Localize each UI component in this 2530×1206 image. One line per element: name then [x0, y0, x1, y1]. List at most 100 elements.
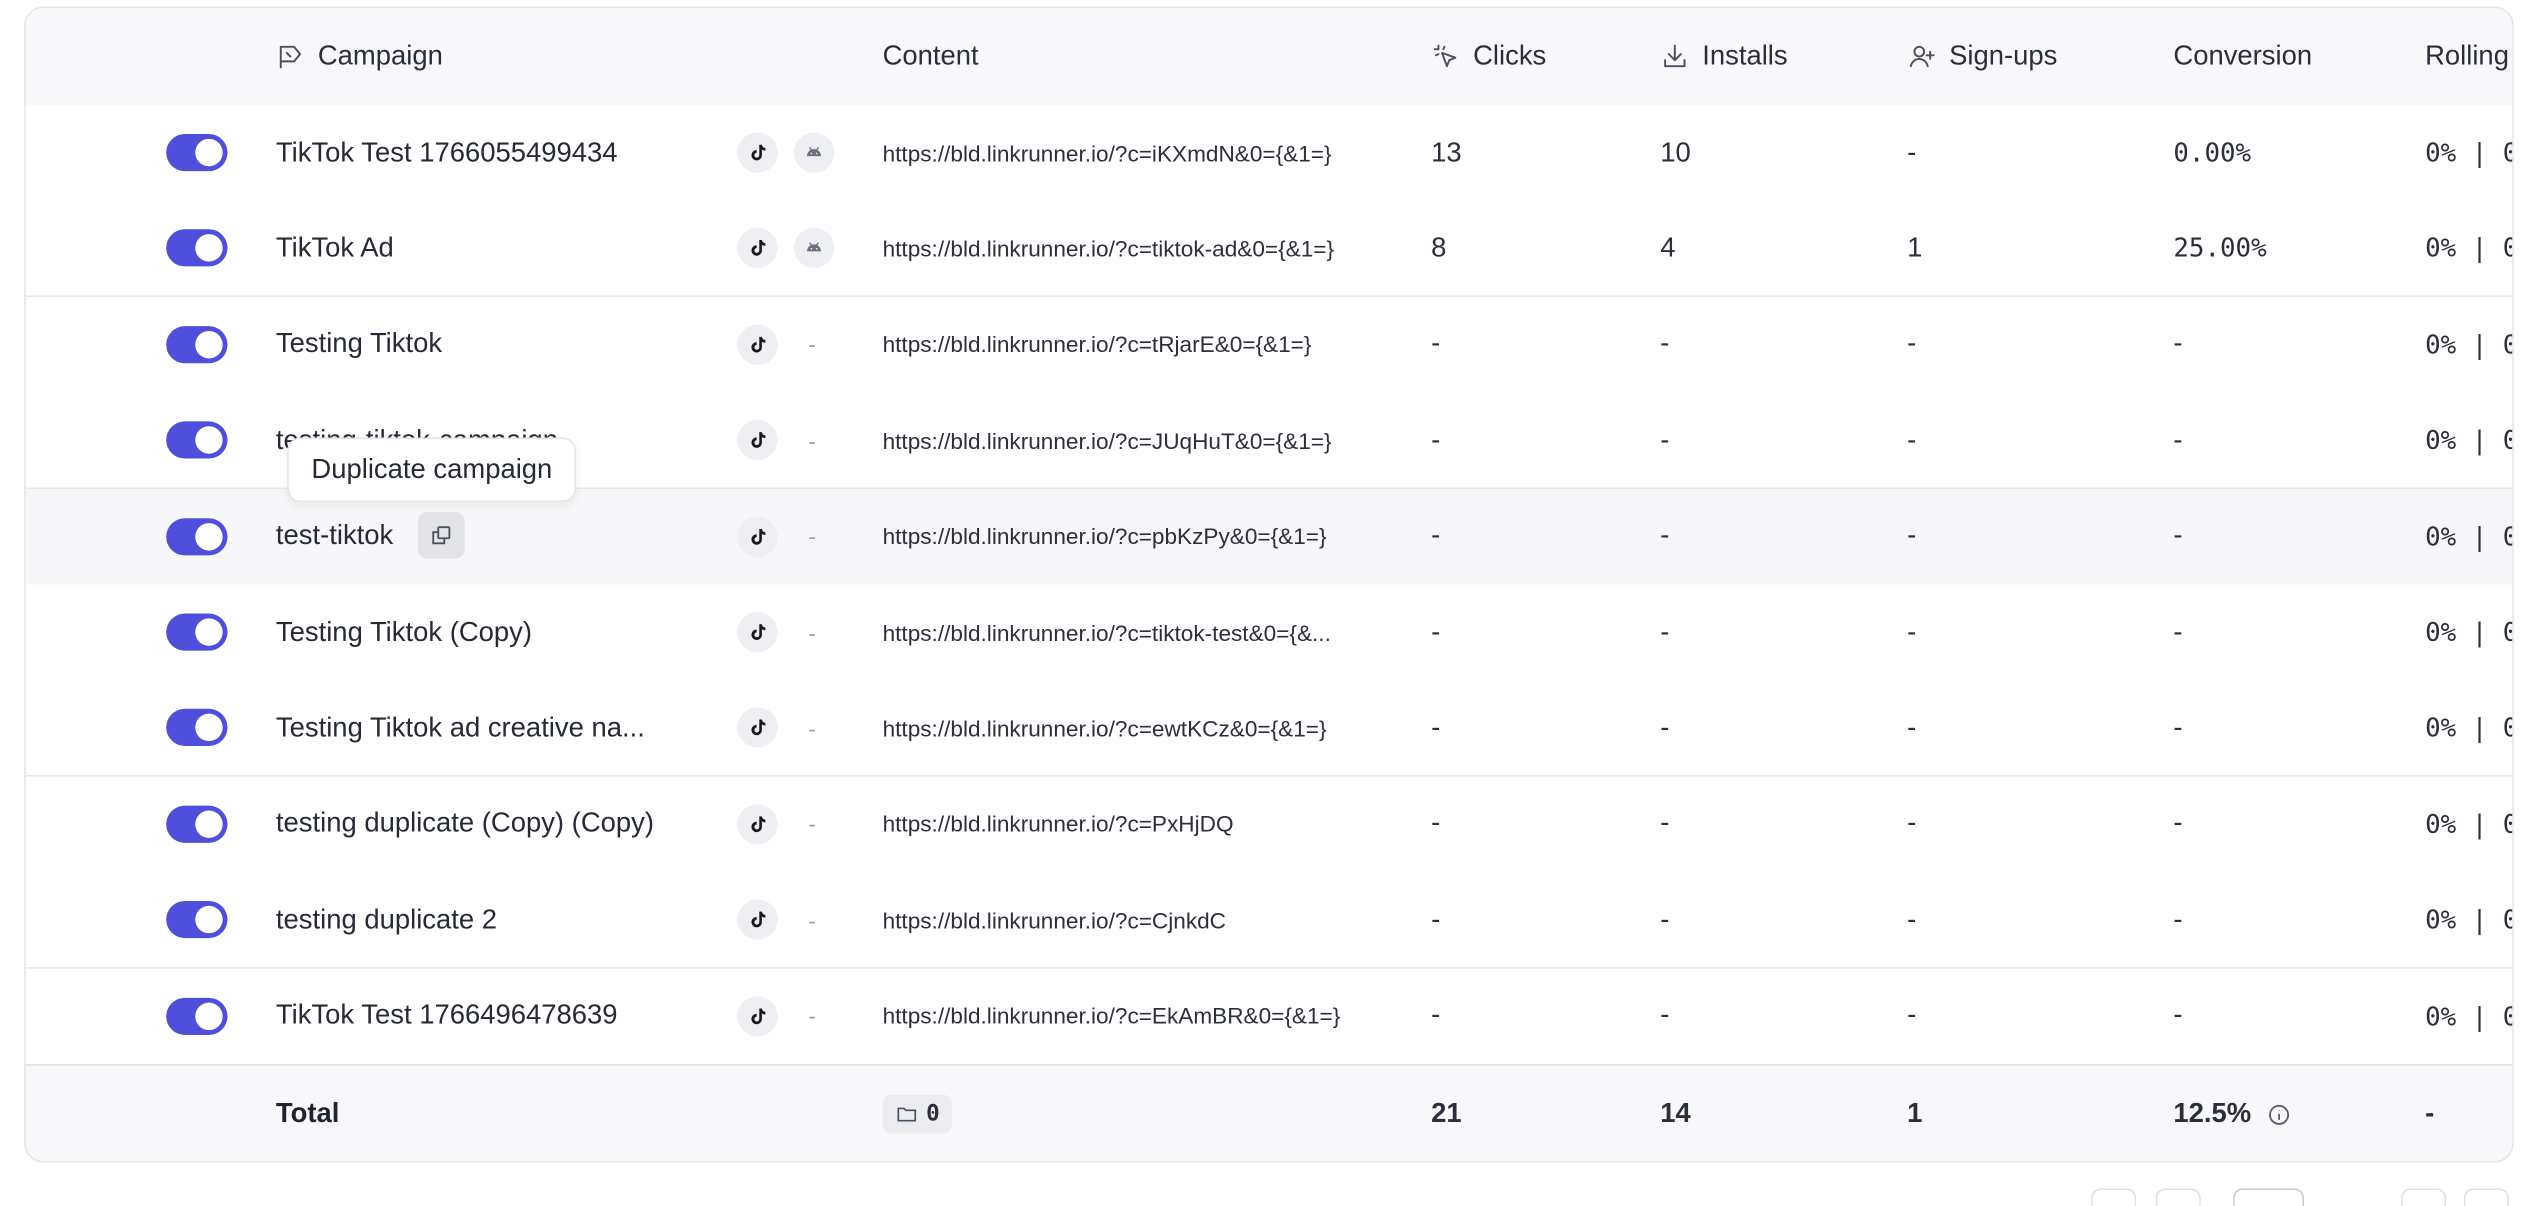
campaign-url[interactable]: https://bld.linkrunner.io/?c=tiktok-test… [883, 584, 1331, 679]
table-row[interactable]: TikTok Test 1766496478639 - https://bld.li… [25, 968, 2512, 1065]
table-row[interactable]: TikTok Test 1766055499434 https://bld.lin… [25, 104, 2514, 202]
campaign-active-toggle[interactable] [166, 709, 228, 747]
rolling-value: 0% | 0 [2425, 329, 2514, 360]
campaign-active-toggle[interactable] [166, 229, 228, 268]
campaign-url[interactable]: https://bld.linkrunner.io/?c=iKXmdN&0={&… [883, 105, 1332, 200]
tiktok-icon [747, 334, 768, 355]
pagination-prev-button[interactable] [2155, 1188, 2201, 1206]
installs-value: 4 [1660, 232, 1676, 264]
rolling-value: 0% | 0 [2425, 137, 2514, 168]
pagination-next-button[interactable] [2400, 1188, 2447, 1206]
campaign-name[interactable]: testing duplicate 2 [276, 872, 497, 967]
campaign-active-toggle[interactable] [166, 325, 228, 363]
conversion-value: - [2173, 807, 2183, 839]
total-label: Total [275, 1097, 340, 1129]
campaign-active-toggle[interactable] [166, 134, 228, 172]
table-row[interactable]: test-tiktok - https://bld.linkrunner.io/?c… [25, 488, 2512, 586]
column-clicks-label: Clicks [1473, 40, 1547, 72]
clicks-value: - [1431, 424, 1441, 455]
campaign-active-toggle[interactable] [166, 421, 228, 459]
campaign-active-toggle[interactable] [166, 613, 228, 651]
total-row: Total 0 21 14 1 12.5% - [25, 1064, 2513, 1161]
installs-value: - [1660, 615, 1670, 647]
total-rolling: - [2425, 1097, 2435, 1129]
conversion-value: - [2173, 520, 2183, 551]
campaign-url[interactable]: https://bld.linkrunner.io/?c=CjnkdC [883, 872, 1226, 967]
android-platform-badge [793, 228, 835, 269]
clicks-value: - [1431, 999, 1441, 1031]
pagination-current-page[interactable] [2233, 1188, 2305, 1206]
conversion-value: 0.00% [2173, 137, 2252, 168]
campaign-url[interactable]: https://bld.linkrunner.io/?c=tRjarE&0={&… [883, 297, 1312, 392]
column-content[interactable]: Content [883, 8, 979, 105]
installs-value: - [1660, 903, 1670, 935]
tiktok-icon [747, 430, 768, 451]
rolling-value: 0% | 0 [2425, 233, 2514, 264]
tiktok-icon [747, 718, 768, 739]
pagination-last-button[interactable] [2463, 1188, 2509, 1206]
total-signups: 1 [1907, 1097, 1923, 1129]
duplicate-campaign-tooltip: Duplicate campaign [287, 437, 577, 503]
campaign-url[interactable]: https://bld.linkrunner.io/?c=tiktok-ad&0… [883, 201, 1334, 296]
column-rolling[interactable]: Rolling [2425, 8, 2509, 105]
no-second-platform: - [808, 1002, 816, 1029]
table-row[interactable]: TikTok Ad https://bld.linkrunner.io/?c=ti… [25, 200, 2514, 298]
campaign-name[interactable]: test-tiktok [276, 489, 393, 584]
table-row[interactable]: Testing Tiktok ad creative na... - https:/… [25, 680, 2514, 778]
campaign-name[interactable]: TikTok Ad [276, 201, 394, 296]
installs-value: - [1660, 520, 1670, 551]
campaign-active-toggle[interactable] [166, 997, 228, 1035]
clicks-value: 13 [1431, 136, 1462, 168]
campaign-name[interactable]: Testing Tiktok (Copy) [276, 584, 532, 679]
rolling-value: 0% | 0 [2425, 712, 2514, 744]
column-signups[interactable]: Sign-ups [1907, 8, 2057, 105]
signups-value: - [1907, 903, 1917, 935]
column-installs[interactable]: Installs [1660, 8, 1788, 105]
signups-value: - [1907, 999, 1917, 1031]
rolling-value: 0% | 0 [2425, 616, 2514, 648]
conversion-value: - [2173, 328, 2183, 359]
table-row[interactable]: Testing Tiktok (Copy) - https://bld.linkru… [25, 584, 2514, 682]
tiktok-platform-badge [737, 803, 778, 845]
installs-value: - [1660, 807, 1670, 839]
campaign-flag-icon [279, 45, 302, 69]
info-icon[interactable] [2267, 1102, 2291, 1126]
rolling-value: 0% | 0 [2425, 808, 2514, 840]
campaign-url[interactable]: https://bld.linkrunner.io/?c=pbKzPy&0={&… [883, 489, 1327, 584]
folder-count-chip[interactable]: 0 [882, 1094, 953, 1134]
tiktok-platform-badge [737, 516, 778, 557]
campaign-url[interactable]: https://bld.linkrunner.io/?c=EkAmBR&0={&… [883, 968, 1341, 1063]
campaign-name[interactable]: Testing Tiktok [276, 297, 442, 392]
no-second-platform: - [808, 619, 816, 646]
campaign-active-toggle[interactable] [166, 805, 228, 843]
campaign-name[interactable]: TikTok Test 1766496478639 [276, 968, 618, 1063]
no-second-platform: - [808, 906, 816, 933]
column-conversion-label: Conversion [2173, 40, 2313, 72]
campaign-name[interactable]: testing duplicate (Copy) (Copy) [276, 776, 654, 871]
table-row[interactable]: testing duplicate (Copy) (Copy) - https://… [25, 776, 2514, 874]
tiktok-platform-badge [737, 995, 778, 1036]
campaign-active-toggle[interactable] [166, 901, 228, 939]
campaign-name[interactable]: Testing Tiktok ad creative na... [276, 680, 645, 775]
table-row[interactable]: Testing Tiktok - https://bld.linkrunner.io… [25, 296, 2514, 394]
column-campaign[interactable]: Campaign [276, 8, 443, 105]
column-clicks[interactable]: Clicks [1431, 8, 1546, 105]
signups-value: - [1907, 136, 1917, 168]
campaign-url[interactable]: https://bld.linkrunner.io/?c=JUqHuT&0={&… [883, 393, 1332, 488]
campaign-name[interactable]: TikTok Test 1766055499434 [276, 105, 618, 200]
campaign-url[interactable]: https://bld.linkrunner.io/?c=ewtKCz&0={&… [883, 680, 1327, 775]
conversion-value: - [2173, 999, 2183, 1031]
campaign-active-toggle[interactable] [166, 517, 228, 555]
column-conversion[interactable]: Conversion [2173, 8, 2312, 105]
tiktok-platform-badge [737, 707, 778, 749]
signups-value: - [1907, 807, 1917, 839]
installs-value: - [1660, 999, 1670, 1031]
table-row[interactable]: testing duplicate 2 - https://bld.linkrunn… [25, 872, 2512, 970]
tiktok-icon [747, 238, 768, 259]
campaign-url[interactable]: https://bld.linkrunner.io/?c=PxHjDQ [883, 776, 1234, 871]
duplicate-campaign-button[interactable] [417, 511, 465, 558]
clicks-value: - [1431, 807, 1441, 839]
pagination-first-button[interactable] [2091, 1188, 2137, 1206]
installs-value: - [1660, 328, 1670, 359]
tiktok-platform-badge [737, 420, 778, 461]
